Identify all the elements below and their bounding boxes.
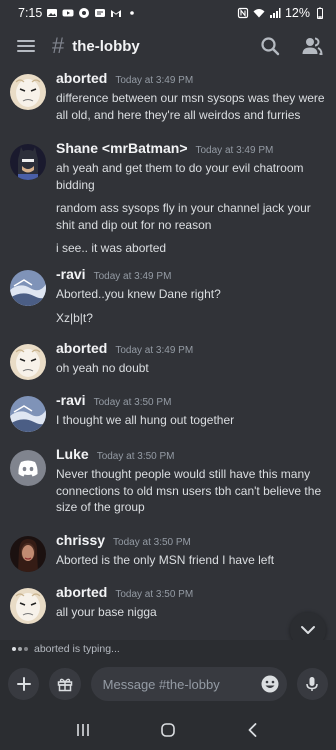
home-icon — [161, 723, 175, 737]
message-text: I thought we all hung out together — [56, 413, 235, 427]
message[interactable]: aborted Today at 3:50 PM all your base n… — [10, 584, 328, 624]
message-text: difference between our msn sysops was th… — [56, 91, 325, 122]
gift-icon — [57, 678, 73, 692]
avatar-ravi[interactable] — [10, 396, 46, 432]
message-text: Aborted..you knew Dane right? — [56, 287, 221, 301]
mask-avatar-icon — [10, 588, 46, 624]
clock: 7:15 — [18, 6, 43, 20]
status-left: 7:15 — [18, 6, 138, 20]
microphone-icon — [306, 677, 319, 691]
photo-avatar-icon — [10, 536, 46, 572]
menu-button[interactable] — [14, 34, 38, 58]
signal-icon — [269, 7, 281, 19]
message-text: Xz|b|t? — [56, 310, 93, 325]
status-bar: 7:15 12% — [0, 0, 336, 26]
timestamp: Today at 3:49 PM — [115, 345, 194, 356]
typing-text: aborted is typing... — [34, 643, 120, 655]
message[interactable]: -ravi Today at 3:49 PM Aborted..you knew… — [10, 266, 328, 326]
author-name[interactable]: Shane <mrBatman> — [56, 140, 188, 156]
author-name[interactable]: aborted — [56, 584, 107, 600]
avatar-shane[interactable] — [10, 144, 46, 180]
search-icon — [261, 37, 280, 56]
author-name[interactable]: -ravi — [56, 266, 86, 282]
message[interactable]: aborted Today at 3:49 PM oh yeah no doub… — [10, 340, 328, 380]
timestamp: Today at 3:50 PM — [96, 451, 175, 462]
wifi-icon — [253, 7, 265, 19]
chevron-down-icon — [301, 626, 315, 634]
plus-icon — [16, 677, 31, 691]
status-right: 12% — [237, 6, 326, 20]
avatar-aborted[interactable] — [10, 344, 46, 380]
emoji-icon — [261, 675, 279, 693]
members-button[interactable] — [300, 34, 324, 58]
landscape-avatar-icon — [10, 396, 46, 432]
message-text: Aborted is the only MSN friend I have le… — [56, 553, 275, 567]
mask-avatar-icon — [10, 344, 46, 380]
battery-icon — [314, 7, 326, 19]
add-attachment-button[interactable] — [8, 668, 40, 700]
channel-name[interactable]: the-lobby — [72, 38, 140, 55]
members-icon — [302, 37, 323, 55]
avatar-luke[interactable] — [10, 450, 46, 486]
dot-icon — [126, 7, 138, 19]
gallery-icon — [46, 7, 58, 19]
message-input-wrapper[interactable] — [90, 667, 287, 701]
timestamp: Today at 3:49 PM — [93, 271, 172, 282]
typing-dots-icon — [12, 647, 28, 651]
message-input[interactable] — [102, 676, 259, 692]
author-name[interactable]: chrissy — [56, 532, 105, 548]
gmail-icon — [110, 7, 122, 19]
timestamp: Today at 3:50 PM — [113, 537, 191, 548]
message-composer — [0, 658, 336, 710]
avatar-aborted[interactable] — [10, 588, 46, 624]
hamburger-icon — [17, 40, 35, 52]
message-text: Never thought people would still have th… — [56, 467, 322, 514]
message[interactable]: Luke Today at 3:50 PM Never thought peop… — [10, 446, 328, 516]
avatar-aborted[interactable] — [10, 74, 46, 110]
message-list[interactable]: aborted Today at 3:49 PM difference betw… — [0, 66, 336, 640]
timestamp: Today at 3:49 PM — [195, 145, 274, 156]
recent-apps-icon — [76, 724, 89, 736]
author-name[interactable]: aborted — [56, 70, 107, 86]
message[interactable]: aborted Today at 3:49 PM difference betw… — [10, 70, 328, 123]
message[interactable]: chrissy Today at 3:50 PM Aborted is the … — [10, 532, 328, 572]
author-name[interactable]: Luke — [56, 446, 89, 462]
message-text: oh yeah no doubt — [56, 361, 149, 375]
timestamp: Today at 3:50 PM — [115, 589, 194, 600]
message[interactable]: -ravi Today at 3:50 PM I thought we all … — [10, 392, 328, 432]
batman-avatar-icon — [10, 144, 46, 180]
discord-default-avatar-icon — [10, 450, 46, 486]
channel-header: # the-lobby — [0, 26, 336, 66]
wrench-icon — [94, 7, 106, 19]
message-text: ah yeah and get them to do your evil cha… — [56, 161, 304, 192]
timestamp: Today at 3:50 PM — [93, 397, 172, 408]
message-text: i see.. it was aborted — [56, 241, 167, 255]
message-text: random ass sysops fly in your channel ja… — [56, 201, 311, 232]
avatar-chrissy[interactable] — [10, 536, 46, 572]
voice-message-button[interactable] — [296, 668, 328, 700]
mask-avatar-icon — [10, 74, 46, 110]
landscape-avatar-icon — [10, 270, 46, 306]
nfc-icon — [237, 7, 249, 19]
message-text: all your base nigga — [56, 605, 157, 619]
timestamp: Today at 3:49 PM — [115, 75, 194, 86]
avatar-ravi[interactable] — [10, 270, 46, 306]
battery-percent: 12% — [284, 6, 310, 20]
record-icon — [78, 7, 90, 19]
search-button[interactable] — [258, 34, 282, 58]
back-button[interactable] — [238, 715, 268, 745]
author-name[interactable]: -ravi — [56, 392, 86, 408]
youtube-icon — [62, 7, 74, 19]
typing-indicator: aborted is typing... — [0, 640, 336, 658]
message[interactable]: Shane <mrBatman> Today at 3:49 PM ah yea… — [10, 140, 328, 257]
author-name[interactable]: aborted — [56, 340, 107, 356]
back-icon — [248, 723, 257, 737]
recent-apps-button[interactable] — [68, 715, 98, 745]
system-nav-bar — [0, 710, 336, 750]
emoji-button[interactable] — [259, 673, 281, 695]
gift-button[interactable] — [49, 668, 81, 700]
home-button[interactable] — [153, 715, 183, 745]
hash-icon: # — [52, 33, 65, 58]
